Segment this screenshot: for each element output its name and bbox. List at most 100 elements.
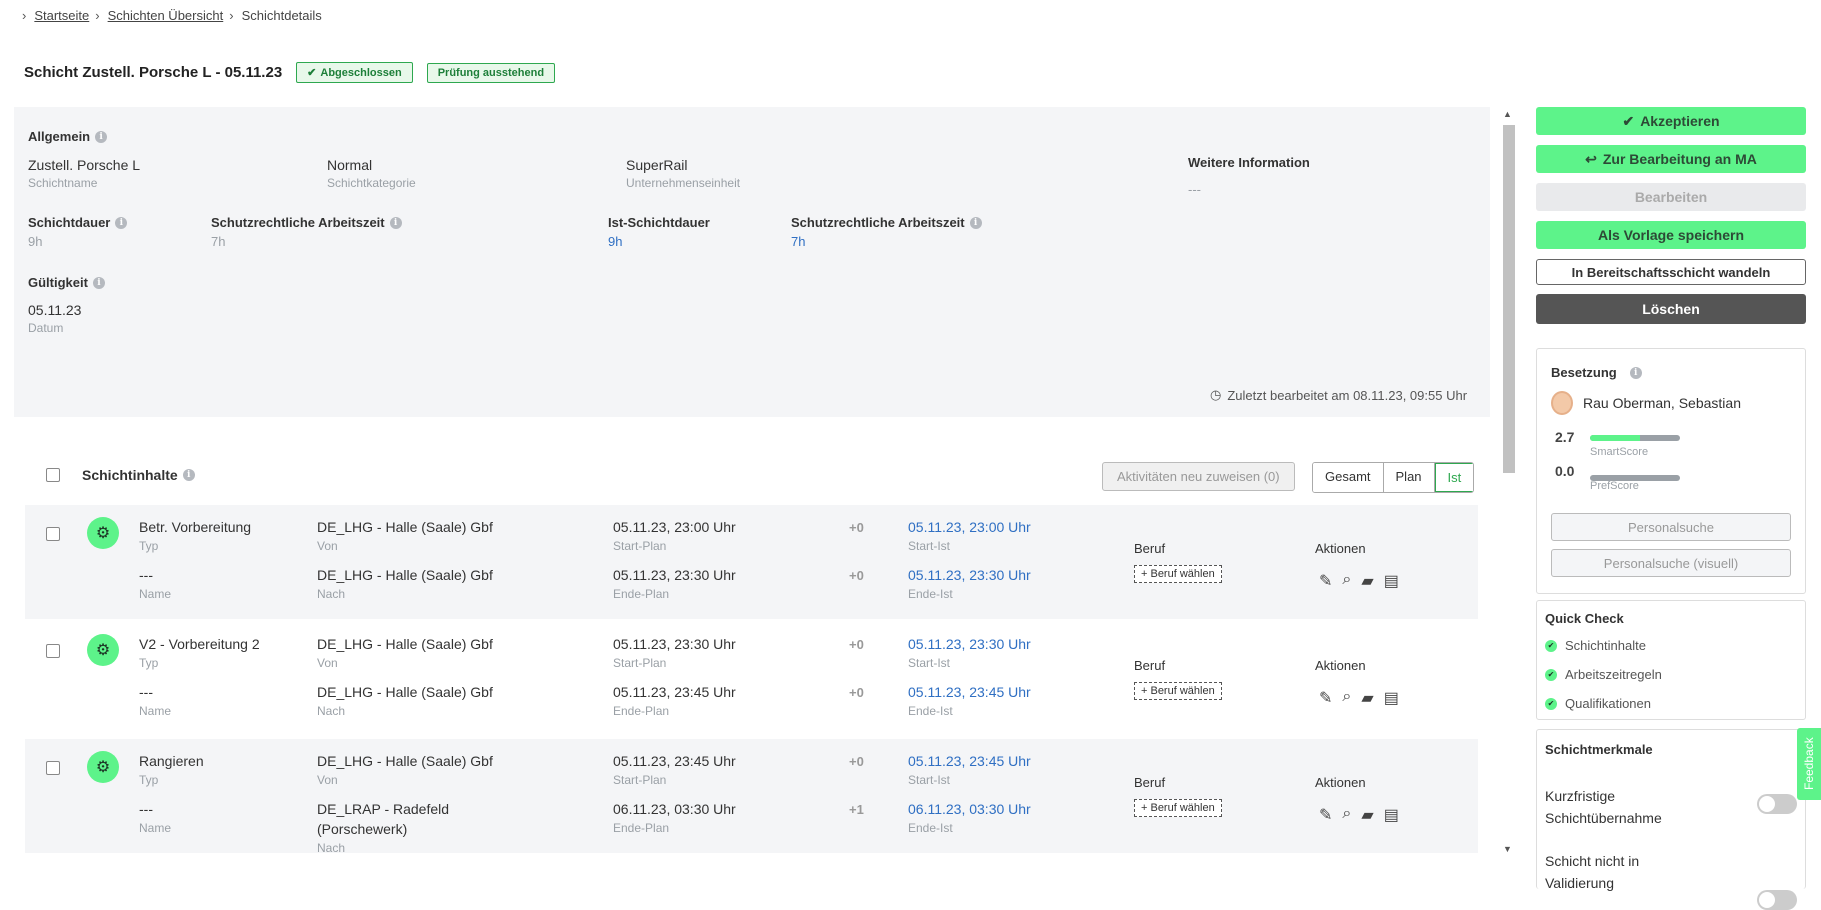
start-plan-label: Start-Plan — [613, 539, 667, 553]
name-cell: --- Name — [139, 801, 171, 835]
choose-job-button[interactable]: + Beruf wählen — [1134, 565, 1222, 583]
view-gesamt[interactable]: Gesamt — [1313, 463, 1384, 492]
last-edited-text: Zuletzt bearbeitet am 08.11.23, 09:55 Uh… — [1227, 387, 1468, 403]
name-cell: --- Name — [139, 684, 171, 718]
shift-name-value: Zustell. Porsche L — [28, 157, 141, 173]
return-arrow-icon: ↩ — [1585, 150, 1597, 167]
row-checkbox[interactable] — [46, 761, 60, 775]
more-info-label: Weitere Information — [1188, 155, 1310, 170]
return-label: Zur Bearbeitung an MA — [1602, 151, 1757, 167]
location-search-icon[interactable]: ⌕ — [1342, 571, 1351, 591]
short-takeover-line2: Schichtübernahme — [1545, 810, 1662, 826]
edit-icon[interactable]: ✎ — [1319, 805, 1332, 825]
content-row: ⚙ Rangieren Typ --- Name DE_LHG - Halle … — [25, 739, 1478, 855]
clock-icon: ◷ — [1210, 387, 1222, 402]
info-icon[interactable]: i — [969, 216, 982, 229]
start-plan-label: Start-Plan — [613, 656, 667, 670]
comment-icon[interactable]: ▰ — [1361, 571, 1373, 591]
location-search-icon[interactable]: ⌕ — [1342, 688, 1351, 708]
end-day-offset: +1 — [849, 802, 864, 817]
reassign-button[interactable]: Aktivitäten neu zuweisen (0) — [1102, 462, 1295, 491]
status-badge: ✔ Abgeschlossen — [296, 62, 413, 83]
end-ist-cell: 05.11.23, 23:45 Uhr Ende-Ist — [908, 684, 1031, 718]
page-title: Schicht Zustell. Porsche L - 05.11.23 — [24, 64, 283, 81]
convert-standby-button[interactable]: In Bereitschaftsschicht wandeln — [1536, 259, 1806, 285]
to-value: DE_LHG - Halle (Saale) Gbf — [317, 567, 493, 583]
from-cell: DE_LHG - Halle (Saale) Gbf Von — [317, 519, 493, 553]
assigned-employee[interactable]: Rau Oberman, Sebastian — [1551, 391, 1741, 415]
edit-icon[interactable]: ✎ — [1319, 688, 1332, 708]
end-ist-cell: 06.11.23, 03:30 Uhr Ende-Ist — [908, 801, 1031, 835]
info-icon[interactable]: i — [182, 469, 195, 481]
check-label: Qualifikationen — [1565, 696, 1651, 711]
edit-icon[interactable]: ✎ — [1319, 571, 1332, 591]
scroll-thumb[interactable] — [1503, 125, 1515, 473]
end-plan-cell: 05.11.23, 23:45 Uhr Ende-Plan — [613, 684, 736, 718]
select-all-checkbox[interactable] — [46, 468, 60, 482]
scroll-up-icon[interactable]: ▲ — [1503, 109, 1512, 119]
save-template-button[interactable]: Als Vorlage speichern — [1536, 221, 1806, 249]
info-icon[interactable]: i — [1629, 366, 1642, 379]
view-plan[interactable]: Plan — [1383, 463, 1435, 492]
document-icon[interactable]: ▤ — [1384, 688, 1399, 708]
location-search-icon[interactable]: ⌕ — [1342, 805, 1351, 825]
info-icon[interactable]: i — [115, 216, 128, 229]
check-schichtinhalte: ✔ Schichtinhalte — [1545, 638, 1646, 653]
breadcrumb-home-link[interactable]: Startseite — [34, 8, 89, 23]
view-ist[interactable]: Ist — [1434, 463, 1474, 492]
breadcrumb-overview-link[interactable]: Schichten Übersicht — [108, 8, 224, 23]
start-ist-label: Start-Ist — [908, 773, 951, 787]
info-icon[interactable]: i — [95, 130, 108, 143]
choose-job-button[interactable]: + Beruf wählen — [1134, 799, 1222, 817]
from-value: DE_LHG - Halle (Saale) Gbf — [317, 753, 493, 769]
date-value: 05.11.23 — [28, 302, 82, 318]
date-label: Datum — [28, 321, 64, 335]
unit-value: SuperRail — [626, 157, 688, 173]
row-checkbox[interactable] — [46, 644, 60, 658]
type-label: Typ — [139, 773, 159, 787]
comment-icon[interactable]: ▰ — [1361, 805, 1373, 825]
title-row: Schicht Zustell. Porsche L - 05.11.23 ✔ … — [24, 62, 556, 83]
short-takeover-toggle[interactable] — [1757, 794, 1797, 814]
info-icon[interactable]: i — [92, 276, 105, 289]
check-qualifikationen: ✔ Qualifikationen — [1545, 696, 1651, 711]
feedback-tab[interactable]: Feedback — [1797, 728, 1821, 800]
to-value: DE_LRAP - Radefeld — [317, 801, 450, 817]
scroll-down-icon[interactable]: ▼ — [1503, 844, 1512, 854]
accept-button[interactable]: ✔ Akzeptieren — [1536, 107, 1806, 135]
validity-label: Gültigkeit — [28, 275, 88, 290]
end-plan-cell: 06.11.23, 03:30 Uhr Ende-Plan — [613, 801, 736, 835]
chevron-right-icon: › — [229, 8, 234, 23]
end-ist-cell: 05.11.23, 23:30 Uhr Ende-Ist — [908, 567, 1031, 601]
row-actions: ✎ ⌕ ▰ ▤ — [1319, 688, 1399, 708]
shift-name-label: Schichtname — [28, 176, 98, 190]
actual-protected-field: Schutzrechtliche Arbeitszeit i 7h — [791, 215, 982, 249]
check-circle-icon: ✔ — [1622, 112, 1635, 129]
to-cell: DE_LHG - Halle (Saale) Gbf Nach — [317, 684, 493, 718]
comment-icon[interactable]: ▰ — [1361, 688, 1373, 708]
breadcrumb: › Startseite › Schichten Übersicht › Sch… — [22, 8, 322, 23]
review-badge: Prüfung ausstehend — [426, 62, 556, 83]
info-icon[interactable]: i — [389, 216, 402, 229]
more-info-field: Weitere Information --- — [1188, 155, 1310, 197]
delete-button[interactable]: Löschen — [1536, 294, 1806, 324]
not-validation-toggle[interactable] — [1757, 890, 1797, 910]
start-plan-value: 05.11.23, 23:45 Uhr — [613, 753, 736, 769]
actions-label: Aktionen — [1315, 775, 1366, 790]
edit-button[interactable]: Bearbeiten — [1536, 183, 1806, 211]
document-icon[interactable]: ▤ — [1384, 571, 1399, 591]
end-plan-label: Ende-Plan — [613, 704, 670, 718]
row-checkbox[interactable] — [46, 527, 60, 541]
category-value: Normal — [327, 157, 373, 173]
type-label: Typ — [139, 656, 159, 670]
personnel-search-visual-button[interactable]: Personalsuche (visuell) — [1551, 549, 1791, 577]
document-icon[interactable]: ▤ — [1384, 805, 1399, 825]
personnel-search-button[interactable]: Personalsuche — [1551, 513, 1791, 541]
choose-job-button[interactable]: + Beruf wählen — [1134, 682, 1222, 700]
main-scrollbar[interactable]: ▲ ▼ — [1500, 107, 1516, 859]
start-ist-value: 05.11.23, 23:45 Uhr — [908, 753, 1031, 769]
actions-label: Aktionen — [1315, 658, 1366, 673]
return-to-employee-button[interactable]: ↩ Zur Bearbeitung an MA — [1536, 145, 1806, 173]
end-ist-label: Ende-Ist — [908, 821, 953, 835]
end-plan-cell: 05.11.23, 23:30 Uhr Ende-Plan — [613, 567, 736, 601]
